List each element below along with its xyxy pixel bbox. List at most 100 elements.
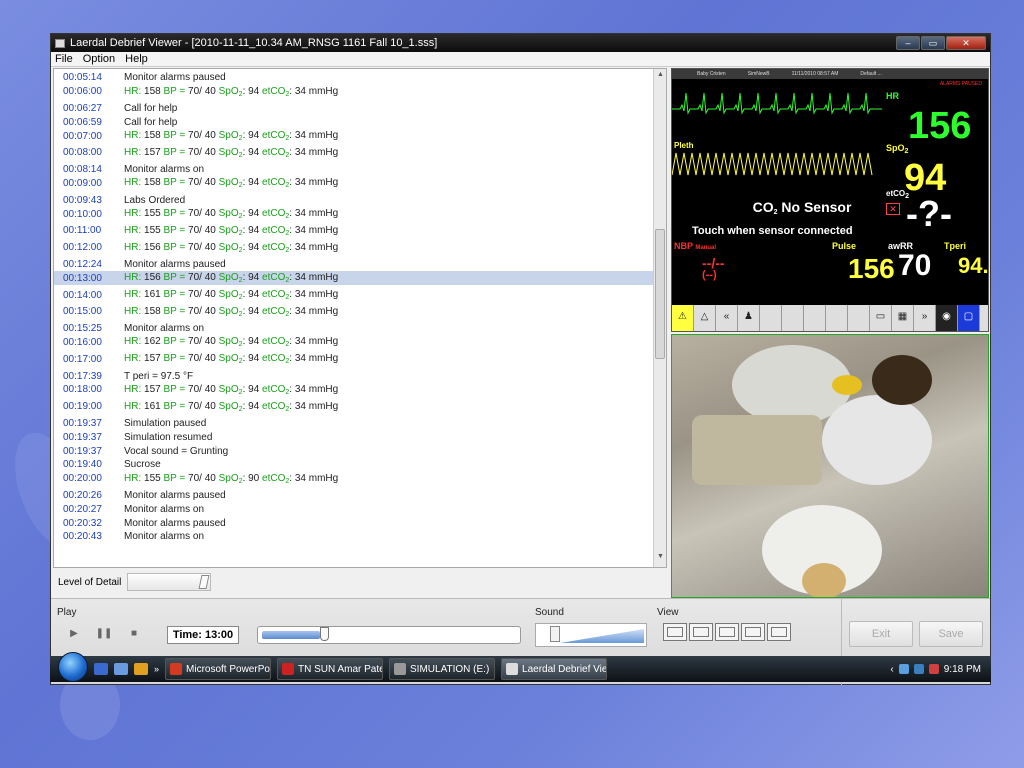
- monitor-toolbar: ⚠ △ « ♟ ▭ ▦ » ◉ ▢: [672, 305, 988, 331]
- menu-option[interactable]: Option: [83, 53, 115, 65]
- show-desktop-icon[interactable]: [94, 663, 108, 675]
- taskbar-items: Microsoft PowerPoi... TN SUN Amar Patel..…: [159, 658, 608, 680]
- main-setup-icon[interactable]: ◉: [936, 305, 958, 331]
- time-display: Time: 13:00: [167, 626, 239, 644]
- clock[interactable]: 9:18 PM: [944, 664, 981, 675]
- log-row[interactable]: 00:11:00 HR: 155 BP = 70/ 40 SpO2: 94 etC…: [54, 224, 654, 238]
- start-button[interactable]: [58, 652, 88, 682]
- print-icon[interactable]: ▭: [870, 305, 892, 331]
- connection-icon[interactable]: [913, 664, 924, 674]
- log-row[interactable]: 00:19:37 Vocal sound = Grunting: [54, 444, 654, 458]
- play-icon[interactable]: ▶: [59, 623, 89, 645]
- playback-knob[interactable]: [320, 627, 330, 641]
- main-screen-icon[interactable]: ▢: [958, 305, 980, 331]
- pause-icon[interactable]: ❚❚: [89, 623, 119, 645]
- log-row[interactable]: 00:19:37 Simulation paused: [54, 417, 654, 431]
- log-time: 00:12:00: [63, 242, 102, 254]
- log-row[interactable]: 00:07:00 HR: 158 BP = 70/ 40 SpO2: 94 etC…: [54, 129, 654, 143]
- volume-icon[interactable]: [928, 664, 939, 674]
- log-row[interactable]: 00:20:43 Monitor alarms on: [54, 530, 654, 544]
- log-row[interactable]: 00:14:00 HR: 161 BP = 70/ 40 SpO2: 94 etC…: [54, 288, 654, 302]
- log-text: Monitor alarms on: [124, 164, 205, 176]
- title-bar[interactable]: Laerdal Debrief Viewer - [2010-11-11_10.…: [51, 34, 990, 52]
- log-text: Monitor alarms paused: [124, 517, 226, 529]
- log-row[interactable]: 00:19:00 HR: 161 BP = 70/ 40 SpO2: 94 etC…: [54, 400, 654, 414]
- layout-quad-icon[interactable]: [767, 623, 791, 641]
- log-row[interactable]: 00:15:25 Monitor alarms on: [54, 322, 654, 336]
- exit-button[interactable]: Exit: [849, 621, 913, 647]
- level-of-detail-slider[interactable]: [127, 573, 212, 591]
- log-row[interactable]: 00:19:40 Sucrose: [54, 458, 654, 472]
- trend-icon[interactable]: ▦: [892, 305, 914, 331]
- log-row[interactable]: 00:10:00 HR: 155 BP = 70/ 40 SpO2: 94 etC…: [54, 207, 654, 221]
- volume-knob[interactable]: [550, 626, 560, 642]
- log-row[interactable]: 00:16:00 HR: 162 BP = 70/ 40 SpO2: 94 etC…: [54, 336, 654, 350]
- network-icon[interactable]: [898, 664, 909, 674]
- sound-slider[interactable]: [535, 623, 647, 647]
- log-row[interactable]: 00:09:43 Labs Ordered: [54, 193, 654, 207]
- stop-icon[interactable]: ■: [119, 623, 149, 645]
- taskbar-item[interactable]: Microsoft PowerPoi...: [165, 658, 272, 680]
- log-row[interactable]: 00:09:00 HR: 158 BP = 70/ 40 SpO2: 94 etC…: [54, 177, 654, 191]
- toolbar-blank[interactable]: [804, 305, 826, 331]
- log-row[interactable]: 00:20:32 Monitor alarms paused: [54, 516, 654, 530]
- log-row[interactable]: 00:12:00 HR: 156 BP = 70/ 40 SpO2: 94 etC…: [54, 241, 654, 255]
- layout-grid-icon[interactable]: [741, 623, 765, 641]
- log-row[interactable]: 00:06:27 Call for help: [54, 102, 654, 116]
- toolbar-blank[interactable]: [826, 305, 848, 331]
- close-button[interactable]: ✕: [946, 36, 986, 50]
- log-row[interactable]: 00:19:37 Simulation resumed: [54, 430, 654, 444]
- minimize-button[interactable]: –: [896, 36, 920, 50]
- media-player-icon[interactable]: [134, 663, 148, 675]
- log-row[interactable]: 00:20:00 HR: 155 BP = 70/ 40 SpO2: 90 etC…: [54, 472, 654, 486]
- scroll-up-icon[interactable]: ▲: [654, 71, 666, 83]
- log-row[interactable]: 00:17:39 T peri = 97.5 °F: [54, 369, 654, 383]
- video-feed[interactable]: [671, 334, 989, 598]
- start-nbp-icon[interactable]: ♟: [738, 305, 760, 331]
- save-button[interactable]: Save: [919, 621, 983, 647]
- log-row[interactable]: 00:20:27 Monitor alarms on: [54, 502, 654, 516]
- log-row[interactable]: 00:13:00 HR: 156 BP = 70/ 40 SpO2: 94 etC…: [54, 271, 654, 286]
- menu-help[interactable]: Help: [125, 53, 148, 65]
- scroll-down-icon[interactable]: ▼: [654, 553, 666, 565]
- taskbar-item[interactable]: TN SUN Amar Patel....: [277, 658, 384, 680]
- play-label: Play: [57, 607, 77, 618]
- log-row[interactable]: 00:08:14 Monitor alarms on: [54, 163, 654, 177]
- event-log-panel[interactable]: 00:05:14 Monitor alarms paused 00:06:00 HR:…: [53, 68, 667, 568]
- alarm-toggle-icon[interactable]: ⚠: [672, 305, 694, 331]
- log-scrollbar[interactable]: ▲ ▼: [653, 69, 666, 567]
- layout-single-icon[interactable]: [663, 623, 687, 641]
- slider-knob[interactable]: [198, 575, 210, 589]
- log-time: 00:20:43: [63, 531, 102, 543]
- maximize-button[interactable]: ▭: [921, 36, 945, 50]
- toolbar-blank[interactable]: [760, 305, 782, 331]
- video-blob: [832, 375, 862, 395]
- fast-forward-icon[interactable]: »: [914, 305, 936, 331]
- log-row[interactable]: 00:06:59 Call for help: [54, 115, 654, 129]
- toolbar-blank[interactable]: [782, 305, 804, 331]
- tray-expand-icon[interactable]: ‹: [890, 664, 893, 675]
- taskbar-item[interactable]: Laerdal Debrief View...: [501, 658, 608, 680]
- monitor-timestamp: 11/11/2010 08:57 AM: [791, 71, 839, 77]
- layout-split-icon[interactable]: [715, 623, 739, 641]
- log-row[interactable]: 00:18:00 HR: 157 BP = 70/ 40 SpO2: 94 etC…: [54, 383, 654, 397]
- menu-file[interactable]: File: [55, 53, 73, 65]
- playback-slider[interactable]: [257, 626, 521, 644]
- log-row[interactable]: 00:08:00 HR: 157 BP = 70/ 40 SpO2: 94 etC…: [54, 146, 654, 160]
- rewind-icon[interactable]: «: [716, 305, 738, 331]
- pause-alarms-icon[interactable]: △: [694, 305, 716, 331]
- scroll-thumb[interactable]: [655, 229, 665, 359]
- log-row[interactable]: 00:20:26 Monitor alarms paused: [54, 489, 654, 503]
- touch-sensor-message[interactable]: Touch when sensor connected: [692, 225, 853, 237]
- log-row[interactable]: 00:17:00 HR: 157 BP = 70/ 40 SpO2: 94 etC…: [54, 352, 654, 366]
- log-row[interactable]: 00:06:00 HR: 158 BP = 70/ 40 SpO2: 94 etC…: [54, 85, 654, 99]
- taskbar-item[interactable]: SIMULATION (E:): [389, 658, 496, 680]
- switch-windows-icon[interactable]: [114, 663, 128, 675]
- log-row[interactable]: 00:05:14 Monitor alarms paused: [54, 71, 654, 85]
- layout-pip-icon[interactable]: [689, 623, 713, 641]
- log-row[interactable]: 00:12:24 Monitor alarms paused: [54, 258, 654, 272]
- log-text: Monitor alarms paused: [124, 489, 226, 501]
- log-row[interactable]: 00:15:00 HR: 158 BP = 70/ 40 SpO2: 94 etC…: [54, 305, 654, 319]
- patient-monitor[interactable]: Baby Cristen SimNewB 11/11/2010 08:57 AM…: [671, 68, 989, 332]
- toolbar-blank[interactable]: [848, 305, 870, 331]
